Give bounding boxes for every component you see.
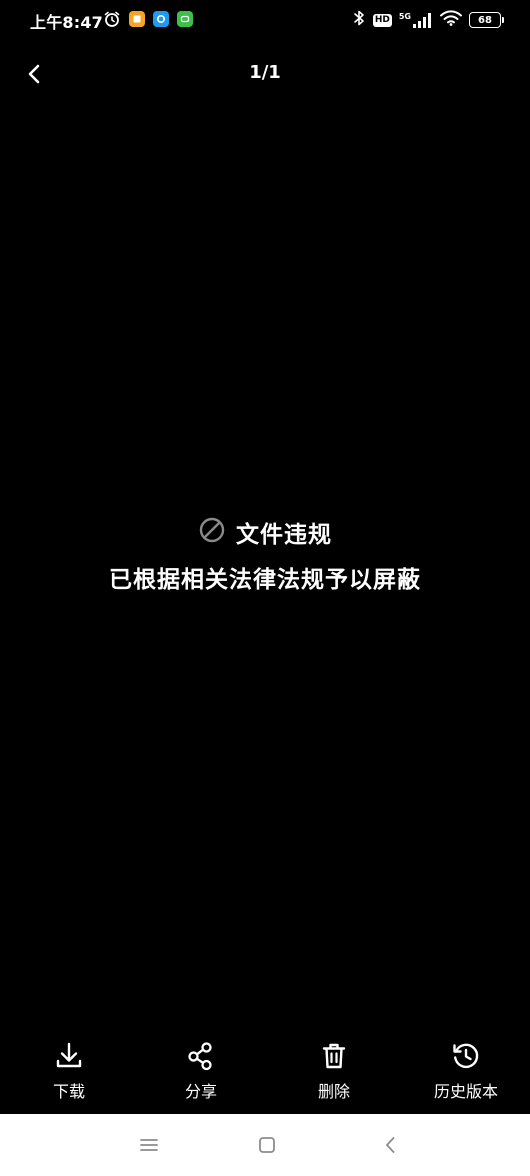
recent-apps-button[interactable] (129, 1130, 169, 1160)
top-bar: 1/1 (0, 48, 530, 98)
system-nav-bar (0, 1114, 530, 1176)
status-right-icons: HD 5G 68 (352, 9, 504, 31)
download-icon (56, 1042, 82, 1068)
home-button[interactable] (247, 1130, 287, 1160)
hd-badge: HD (372, 13, 392, 27)
signal-icon: 5G (398, 11, 433, 28)
download-label: 下载 (52, 1082, 85, 1101)
status-bar: 上午8:47 HD 5G 68 (0, 0, 530, 40)
share-icon (188, 1042, 212, 1071)
download-button[interactable]: 下载 (14, 1040, 124, 1102)
page-indicator: 1/1 (249, 62, 281, 83)
network-type: 5G (398, 11, 411, 21)
app-notification-icon-blue (153, 11, 169, 27)
blocked-icon (198, 516, 226, 548)
violation-title: 文件违规 (236, 522, 332, 548)
alarm-icon (103, 10, 121, 28)
status-left-icons (103, 10, 193, 28)
violation-notice: 文件违规 已根据相关法律法规予以屏蔽 (0, 512, 530, 600)
history-button[interactable]: 历史版本 (411, 1040, 521, 1102)
action-bar: 下载 分享 删除 历史版本 (0, 1040, 530, 1110)
share-label: 分享 (184, 1082, 217, 1101)
share-button[interactable]: 分享 (146, 1040, 256, 1102)
violation-title-row: 文件违规 (0, 512, 530, 552)
back-triangle-icon (386, 1137, 395, 1153)
delete-label: 删除 (317, 1082, 350, 1101)
history-icon (453, 1043, 479, 1069)
trash-icon (322, 1043, 346, 1069)
wifi-icon (440, 10, 462, 30)
history-label: 历史版本 (433, 1082, 498, 1101)
delete-button[interactable]: 删除 (279, 1040, 389, 1102)
system-back-button[interactable] (370, 1130, 410, 1160)
app-notification-icon-orange (129, 11, 145, 27)
bluetooth-icon (352, 9, 366, 31)
home-square-icon (259, 1137, 275, 1153)
app-notification-icon-green (177, 11, 193, 27)
battery-level: 68 (469, 12, 501, 28)
violation-description: 已根据相关法律法规予以屏蔽 (109, 567, 421, 593)
menu-icon (140, 1139, 158, 1151)
battery-icon: 68 (469, 12, 504, 28)
status-time: 上午8:47 (30, 13, 103, 32)
